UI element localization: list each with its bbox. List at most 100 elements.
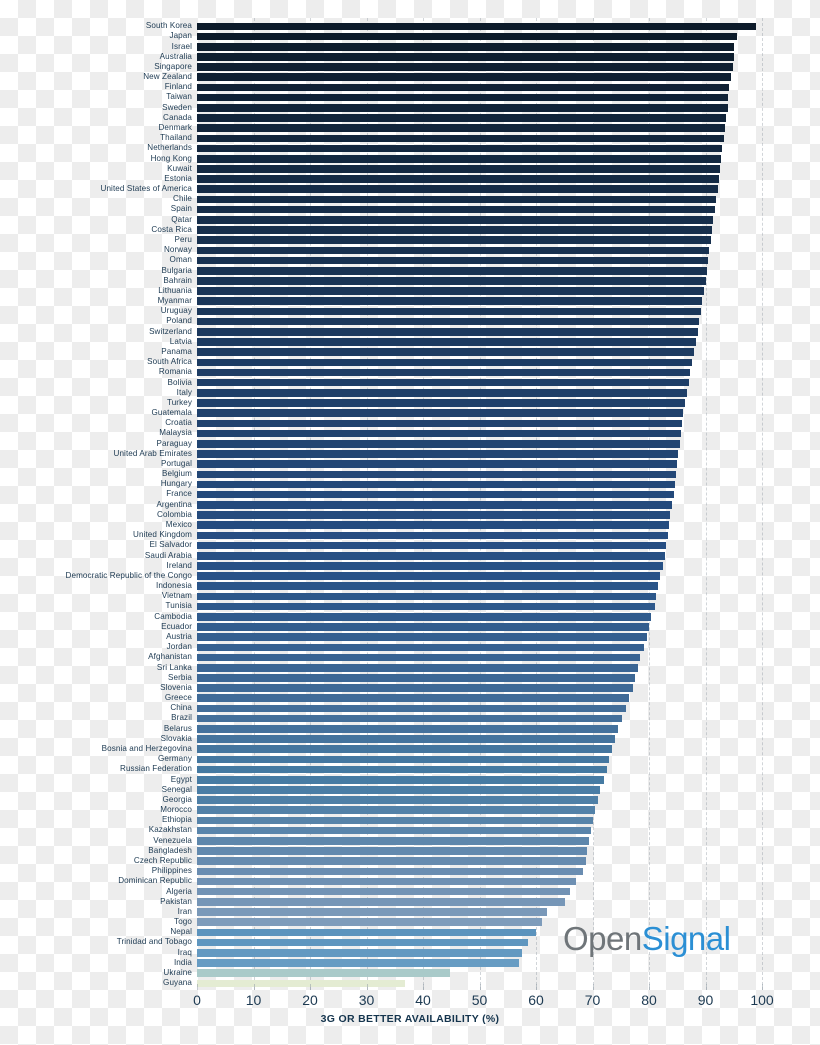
chart-container: South Korea Japan Israel Australia Singapore… bbox=[0, 0, 820, 1045]
bar bbox=[197, 226, 713, 234]
bar bbox=[197, 22, 757, 31]
x-tick-label: 10 bbox=[245, 992, 262, 1008]
bar-label: Belgium bbox=[162, 469, 192, 479]
x-tick-label: 20 bbox=[302, 992, 318, 1008]
bar bbox=[197, 572, 661, 580]
x-tick-10 bbox=[253, 984, 255, 990]
bar bbox=[197, 134, 725, 143]
bar bbox=[197, 806, 595, 815]
bar-label: Egypt bbox=[170, 774, 192, 784]
bar-label: Hong Kong bbox=[150, 153, 192, 163]
bar bbox=[197, 287, 705, 295]
bar-label: Japan bbox=[169, 31, 192, 41]
bar bbox=[197, 154, 722, 163]
bar bbox=[197, 73, 732, 82]
bar-label: Philippines bbox=[151, 866, 192, 876]
bar-label: Uruguay bbox=[160, 306, 192, 316]
bar-label: Dominican Republic bbox=[118, 876, 192, 886]
bar-label: Portugal bbox=[161, 458, 192, 468]
bar-label: Czech Republic bbox=[133, 855, 192, 865]
x-tick-label: 40 bbox=[415, 992, 431, 1008]
bar-label: Italy bbox=[176, 387, 192, 397]
x-tick-label: 60 bbox=[528, 992, 544, 1008]
bar bbox=[197, 429, 682, 438]
bar-label: Finland bbox=[164, 82, 192, 92]
x-tick-60 bbox=[536, 984, 537, 990]
bar bbox=[197, 450, 679, 458]
bar-label: Panama bbox=[161, 346, 192, 356]
bar-label: Paraguay bbox=[156, 438, 192, 448]
bar-label: Norway bbox=[163, 245, 192, 255]
bar bbox=[197, 32, 737, 41]
bar bbox=[197, 470, 677, 479]
bar-label: Guyana bbox=[163, 978, 192, 988]
bar bbox=[197, 684, 634, 692]
bar-label: Senegal bbox=[161, 784, 192, 794]
x-tick-90 bbox=[705, 984, 707, 990]
x-tick-30 bbox=[366, 984, 368, 990]
x-tick-label: 80 bbox=[641, 992, 657, 1008]
bar bbox=[197, 674, 636, 682]
bar-label: Morocco bbox=[160, 805, 192, 815]
bar bbox=[197, 948, 523, 957]
x-tick-20 bbox=[310, 984, 311, 990]
bar-label: Singapore bbox=[154, 61, 192, 71]
bar-label: Greece bbox=[164, 693, 192, 703]
x-tick-40 bbox=[423, 984, 424, 990]
x-tick-label: 100 bbox=[750, 992, 774, 1008]
bar-label: Hungary bbox=[160, 479, 192, 489]
bar bbox=[197, 348, 695, 356]
bar bbox=[197, 623, 649, 631]
bar bbox=[197, 53, 734, 61]
x-tick-50 bbox=[479, 984, 481, 990]
bar-label: Bangladesh bbox=[148, 845, 192, 855]
bar-label: Cambodia bbox=[154, 611, 192, 621]
bar-label: Netherlands bbox=[147, 143, 192, 153]
bar bbox=[197, 185, 718, 194]
x-tick-label: 50 bbox=[471, 992, 488, 1008]
bar-label: Serbia bbox=[168, 672, 192, 682]
bar-label: El Salvador bbox=[149, 540, 192, 550]
bar bbox=[197, 979, 405, 988]
bar-label: Romania bbox=[158, 367, 192, 377]
bar bbox=[197, 551, 665, 560]
bar bbox=[197, 501, 672, 509]
bar bbox=[197, 613, 652, 621]
logo-text-open: Open bbox=[563, 920, 642, 957]
bar-label: United Kingdom bbox=[133, 530, 192, 540]
bar-label: Bahrain bbox=[163, 275, 192, 285]
bar bbox=[197, 898, 566, 906]
bar-label: Georgia bbox=[162, 794, 192, 804]
bar-label: Malaysia bbox=[159, 428, 192, 438]
bar-label: Algeria bbox=[166, 886, 192, 896]
bar bbox=[197, 490, 674, 499]
bar bbox=[197, 104, 728, 112]
bar-label: South Africa bbox=[147, 357, 192, 367]
bar-label: Australia bbox=[159, 51, 192, 61]
bar-label: Russian Federation bbox=[120, 764, 192, 774]
bar bbox=[197, 694, 630, 703]
bar-row: Guyana bbox=[0, 978, 820, 989]
bar-label: South Korea bbox=[145, 21, 192, 31]
bar-label: Lithuania bbox=[158, 285, 192, 295]
bar-label: Austria bbox=[166, 632, 192, 641]
bar-label: Saudi Arabia bbox=[144, 550, 192, 560]
bar-label: Oman bbox=[169, 255, 192, 265]
bar-label: Chile bbox=[173, 194, 192, 204]
bar-label: Thailand bbox=[160, 133, 192, 143]
x-tick-label: 90 bbox=[697, 992, 714, 1008]
bar-label: Belarus bbox=[163, 723, 192, 733]
bar bbox=[197, 124, 726, 132]
bar-label: Latvia bbox=[169, 336, 192, 346]
bar-label: Croatia bbox=[165, 418, 192, 428]
x-tick-label: 0 bbox=[193, 992, 201, 1008]
bar bbox=[197, 521, 670, 529]
bar-label: Estonia bbox=[164, 173, 192, 183]
bar bbox=[197, 969, 451, 977]
bar-label: Togo bbox=[174, 917, 192, 927]
bar-label: Venezuela bbox=[153, 835, 192, 845]
x-tick-0 bbox=[197, 984, 198, 990]
bar-label: Poland bbox=[166, 316, 192, 326]
bar bbox=[197, 368, 691, 377]
bar bbox=[197, 63, 733, 71]
